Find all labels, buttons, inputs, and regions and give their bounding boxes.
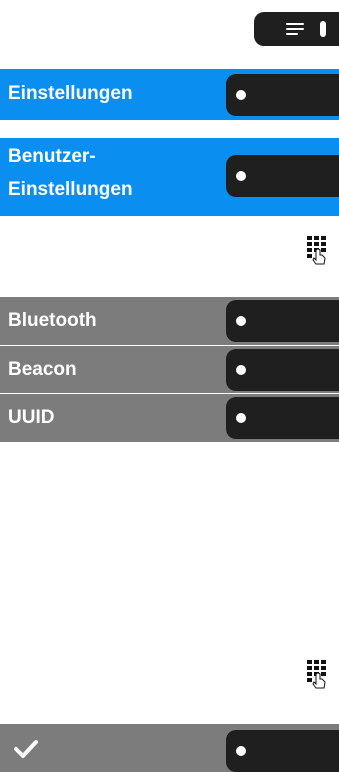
menu-row-uuid: UUID [0, 393, 339, 442]
menu-indicator [320, 21, 326, 37]
softkey-uuid[interactable] [226, 397, 339, 439]
menu-row-bluetooth: Bluetooth [0, 297, 339, 345]
key-dot [236, 90, 246, 100]
keypad-icon [307, 236, 326, 265]
menu-row-benutzer-einstellungen: Benutzer- Einstellungen [0, 138, 339, 216]
softkey-confirm[interactable] [226, 730, 339, 772]
row-label: Bluetooth [8, 310, 97, 331]
softkey-beacon[interactable] [226, 349, 339, 391]
key-dot [236, 171, 246, 181]
menu-row-einstellungen: Einstellungen [0, 69, 339, 120]
menu-row-beacon: Beacon [0, 345, 339, 394]
menu-button[interactable] [254, 12, 339, 46]
row-label: Einstellungen [8, 83, 133, 104]
confirm-row [0, 724, 339, 772]
key-dot [236, 316, 246, 326]
softkey-einstellungen[interactable] [226, 74, 339, 116]
checkmark-icon [14, 740, 38, 758]
row-label: Beacon [8, 359, 77, 380]
keypad-icon [307, 660, 326, 689]
key-dot [236, 365, 246, 375]
row-label-line1: Benutzer- [8, 146, 96, 167]
row-label: UUID [8, 407, 55, 428]
row-label-line2: Einstellungen [8, 179, 133, 200]
key-dot [236, 413, 246, 423]
softkey-bluetooth[interactable] [226, 300, 339, 342]
menu-icon [286, 23, 304, 35]
softkey-benutzer-einstellungen[interactable] [226, 155, 339, 197]
key-dot [236, 746, 246, 756]
